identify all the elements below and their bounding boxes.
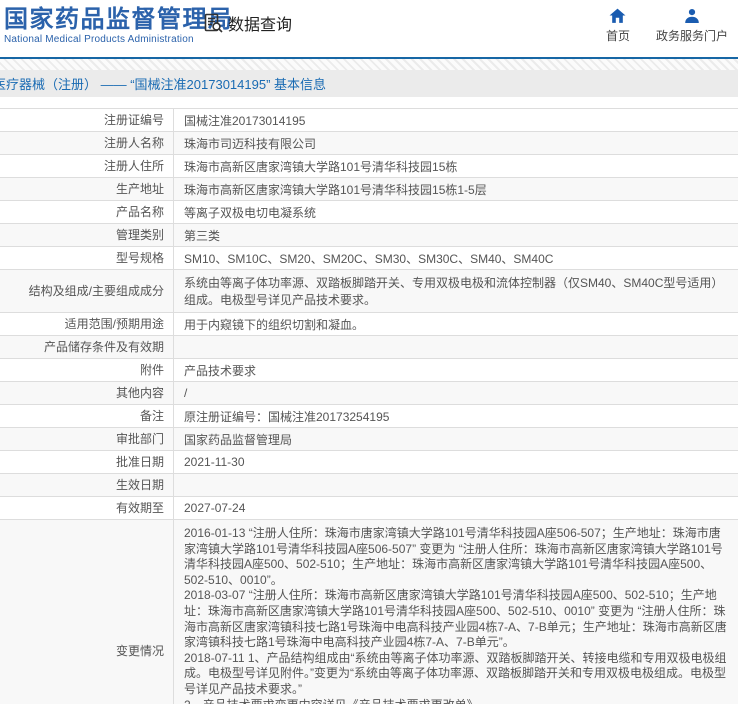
nmpa-logo[interactable]: 国家药品监督管理局 National Medical Products Admi… [4,7,234,45]
row-label: 结构及组成/主要组成成分 [0,270,174,312]
row-label: 注册人住所 [0,155,174,177]
table-row: 结构及组成/主要组成成分系统由等离子体功率源、双踏板脚踏开关、专用双极电极和流体… [0,269,738,312]
row-value: 2027-07-24 [174,497,738,519]
row-value: 产品技术要求 [174,359,738,381]
breadcrumb-band: 医疗器械（注册） —— “国械注准20173014195” 基本信息 [0,70,738,97]
change-record-paragraph: 2016-01-13 “注册人住所：珠海市唐家湾镇大学路101号清华科技园A座5… [184,526,728,588]
table-row: 其他内容/ [0,381,738,404]
home-icon [609,8,626,24]
table-row: 审批部门国家药品监督管理局 [0,427,738,450]
table-row: 型号规格SM10、SM10C、SM20、SM20C、SM30、SM30C、SM4… [0,246,738,269]
nav-home[interactable]: 首页 [606,8,630,44]
table-row: 适用范围/预期用途用于内窥镜下的组织切割和凝血。 [0,312,738,335]
table-row: 生产地址珠海市高新区唐家湾镇大学路101号清华科技园15栋1-5层 [0,177,738,200]
logo-title-cn: 国家药品监督管理局 [4,7,234,33]
site-header: 国家药品监督管理局 National Medical Products Admi… [0,0,738,57]
row-value [174,474,738,496]
table-row: 管理类别第三类 [0,223,738,246]
table-row: 备注原注册证编号：国械注准20173254195 [0,404,738,427]
table-row: 注册人住所珠海市高新区唐家湾镇大学路101号清华科技园15栋 [0,154,738,177]
change-record-paragraph: 2018-03-07 “注册人住所：珠海市高新区唐家湾镇大学路101号清华科技园… [184,588,728,650]
row-label: 生产地址 [0,178,174,200]
row-label: 审批部门 [0,428,174,450]
row-label: 其他内容 [0,382,174,404]
row-value: 系统由等离子体功率源、双踏板脚踏开关、专用双极电极和流体控制器（仅SM40、SM… [174,270,738,312]
data-query-tab[interactable]: 数据查询 [203,11,292,35]
row-value: 珠海市司迈科技有限公司 [174,132,738,154]
row-value [174,336,738,358]
nav-gov-portal-label: 政务服务门户 [656,27,728,44]
row-label: 产品名称 [0,201,174,223]
document-search-icon [203,13,224,34]
row-label: 适用范围/预期用途 [0,313,174,335]
row-value: 第三类 [174,224,738,246]
table-row: 产品名称等离子双极电切电凝系统 [0,200,738,223]
nav-home-label: 首页 [606,27,630,44]
table-row: 产品储存条件及有效期 [0,335,738,358]
row-label: 产品储存条件及有效期 [0,336,174,358]
row-value: 等离子双极电切电凝系统 [174,201,738,223]
row-label: 变更情况 [0,520,174,704]
breadcrumb: 医疗器械（注册） —— “国械注准20173014195” 基本信息 [0,74,326,93]
row-value: 珠海市高新区唐家湾镇大学路101号清华科技园15栋 [174,155,738,177]
top-nav: 首页 政务服务门户 [606,8,728,44]
table-row: 生效日期 [0,473,738,496]
row-label: 有效期至 [0,497,174,519]
row-value: 原注册证编号：国械注准20173254195 [174,405,738,427]
registration-info-table: 注册证编号国械注准20173014195注册人名称珠海市司迈科技有限公司注册人住… [0,108,738,704]
row-label: 型号规格 [0,247,174,269]
table-row: 批准日期2021-11-30 [0,450,738,473]
row-label: 备注 [0,405,174,427]
row-value: 2016-01-13 “注册人住所：珠海市唐家湾镇大学路101号清华科技园A座5… [174,520,738,704]
row-label: 附件 [0,359,174,381]
table-row: 变更情况2016-01-13 “注册人住所：珠海市唐家湾镇大学路101号清华科技… [0,519,738,704]
data-query-label: 数据查询 [228,11,292,35]
change-record-paragraph: 2018-07-11 1、产品结构组成由“系统由等离子体功率源、双踏板脚踏开关、… [184,651,728,698]
row-value: 国械注准20173014195 [174,109,738,131]
table-row: 注册证编号国械注准20173014195 [0,108,738,131]
row-value: 国家药品监督管理局 [174,428,738,450]
stripe-band [0,59,738,70]
table-row: 附件产品技术要求 [0,358,738,381]
nav-gov-portal[interactable]: 政务服务门户 [656,8,728,44]
row-label: 管理类别 [0,224,174,246]
person-icon [684,8,700,24]
row-label: 注册证编号 [0,109,174,131]
row-label: 批准日期 [0,451,174,473]
row-value: 2021-11-30 [174,451,738,473]
row-value: 珠海市高新区唐家湾镇大学路101号清华科技园15栋1-5层 [174,178,738,200]
row-value: / [174,382,738,404]
row-label: 注册人名称 [0,132,174,154]
table-row: 有效期至2027-07-24 [0,496,738,519]
row-value: 用于内窥镜下的组织切割和凝血。 [174,313,738,335]
row-value: SM10、SM10C、SM20、SM20C、SM30、SM30C、SM40、SM… [174,247,738,269]
change-record-paragraph: 2、产品技术要求变更内容详见《产品技术要求更改单》。 [184,698,728,704]
logo-title-en: National Medical Products Administration [4,34,234,45]
table-row: 注册人名称珠海市司迈科技有限公司 [0,131,738,154]
row-label: 生效日期 [0,474,174,496]
